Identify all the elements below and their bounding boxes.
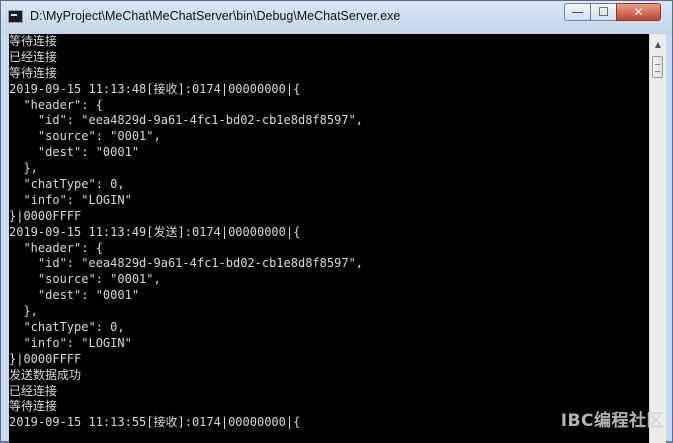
console-line: "id": "eea4829d-9a61-4fc1-bd02-cb1e8d8f8… (9, 113, 364, 128)
console-line: "chatType": 0, (9, 320, 125, 335)
console-line: "chatType": 0, (9, 177, 125, 192)
watermark: IBC编程社区 (560, 411, 664, 431)
console-line: "info": "LOGIN" (9, 192, 132, 207)
console-app-icon (8, 10, 23, 23)
console-window: D:\MyProject\MeChat\MeChatServer\bin\Deb… (0, 0, 673, 443)
console-line: 2019-09-15 11:13:49[发送]:0174|00000000|{ (9, 224, 301, 239)
console-line: }, (9, 161, 38, 176)
console-line: 发送数据成功 (9, 367, 82, 382)
console-line: "header": { (9, 97, 103, 112)
console-line: }|0000FFFF (9, 351, 82, 366)
console-line: "info": "LOGIN" (9, 335, 132, 350)
console-output[interactable]: 等待连接 已经连接 等待连接 2019-09-15 11:13:48[接收]:0… (9, 34, 649, 443)
console-line: 已经连接 (9, 49, 58, 64)
console-line: }, (9, 304, 38, 319)
window-title: D:\MyProject\MeChat\MeChatServer\bin\Deb… (30, 9, 401, 23)
console-line: 2019-09-15 11:13:55[接收]:0174|00000000|{ (9, 415, 301, 430)
console-line: 已经连接 (9, 383, 58, 398)
console-line: "dest": "0001" (9, 145, 140, 160)
title-bar[interactable]: D:\MyProject\MeChat\MeChatServer\bin\Deb… (1, 1, 672, 34)
scroll-thumb[interactable] (652, 56, 663, 78)
console-line: }|0000FFFF (9, 208, 82, 223)
console-line: 等待连接 (9, 65, 58, 80)
console-line: "dest": "0001" (9, 288, 140, 303)
console-line: "header": { (9, 240, 103, 255)
console-line: "id": "eea4829d-9a61-4fc1-bd02-cb1e8d8f8… (9, 256, 364, 271)
close-button[interactable]: ✕ (616, 3, 661, 21)
maximize-button[interactable]: ☐ (590, 3, 617, 21)
vertical-scrollbar[interactable]: ▲ (649, 34, 666, 443)
console-line: 等待连接 (9, 399, 58, 414)
scroll-up-arrow-icon[interactable]: ▲ (651, 36, 665, 52)
console-line: 等待连接 (9, 34, 58, 48)
minimize-button[interactable]: — (564, 3, 591, 21)
console-line: "source": "0001", (9, 129, 161, 144)
console-line: "source": "0001", (9, 272, 161, 287)
console-line: 2019-09-15 11:13:48[接收]:0174|00000000|{ (9, 81, 301, 96)
